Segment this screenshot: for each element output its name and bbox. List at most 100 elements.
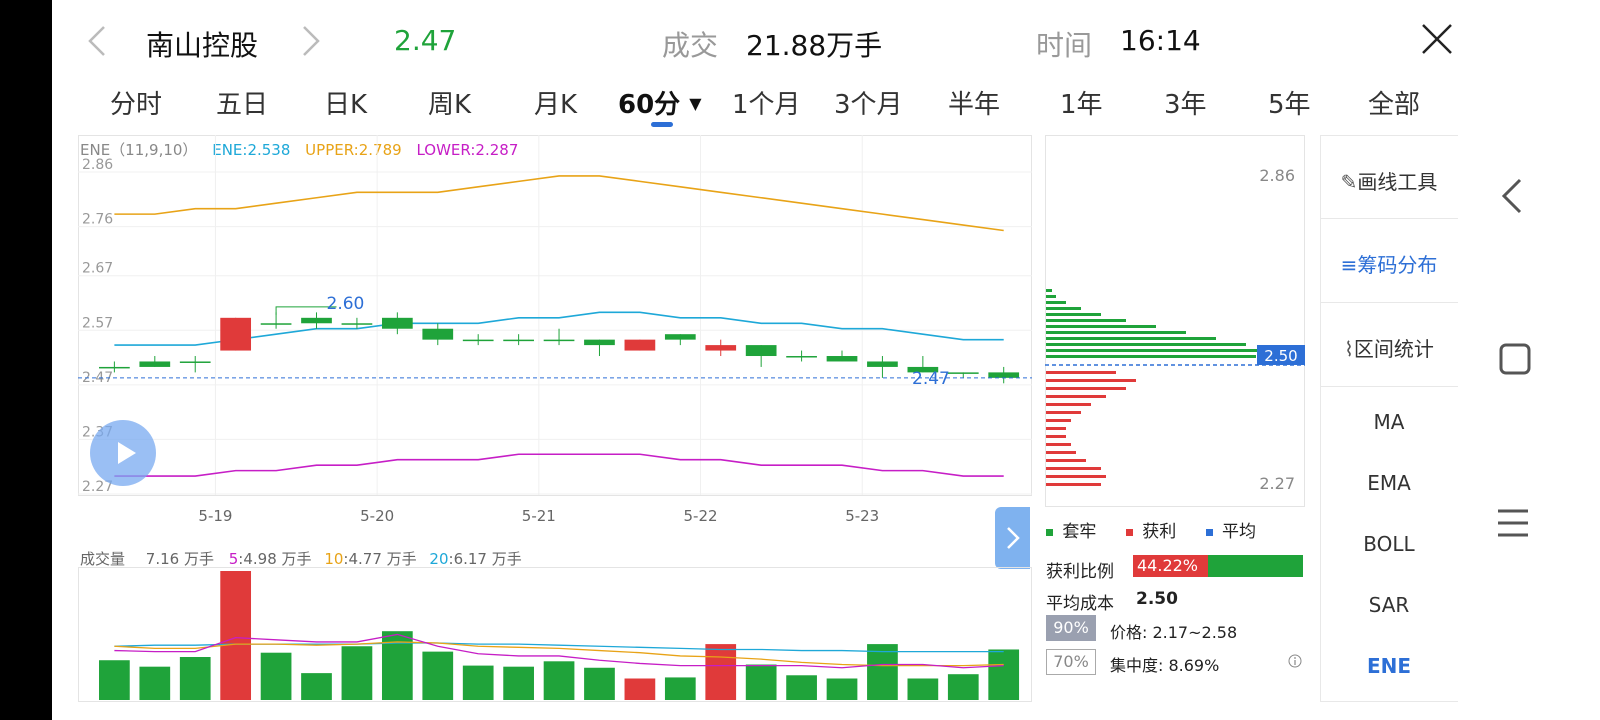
time-label: 时间 [1036, 29, 1093, 62]
interval-icon: ⌇ [1344, 337, 1354, 361]
volume-bar [664, 677, 696, 700]
indicator-sar[interactable]: SAR [1320, 593, 1458, 617]
volume-value: 21.88万手 [746, 29, 883, 62]
sidebar-divider [1320, 218, 1458, 219]
chip-trapped-bar [1046, 301, 1066, 304]
sidebar-divider [1320, 386, 1458, 387]
chip-profit-bar [1046, 483, 1101, 486]
prev-stock-icon[interactable] [86, 24, 108, 62]
candle-body [745, 345, 777, 357]
time-value: 16:14 [1120, 24, 1201, 57]
plot-frame [78, 135, 1032, 496]
chip-dist-icon: ≡ [1340, 253, 1358, 277]
info-icon[interactable] [1288, 653, 1302, 672]
tab-fenshi[interactable]: 分时 [110, 84, 162, 121]
avg-cost-label: 平均成本 [1046, 594, 1114, 614]
chip-trapped-bar [1046, 289, 1052, 292]
interval-stats-button[interactable]: ⌇区间统计 [1320, 333, 1458, 362]
candle-body [99, 366, 130, 369]
volume-bar [99, 660, 130, 700]
tab-yuek[interactable]: 月K [534, 84, 577, 121]
chip-profit-bar [1046, 411, 1081, 414]
candle-body [341, 323, 373, 325]
volume-bar [584, 667, 615, 700]
tab-3month[interactable]: 3个月 [834, 84, 903, 121]
tab-5year[interactable]: 5年 [1268, 84, 1311, 121]
chip-profit-bar [1046, 379, 1136, 382]
last-price-label: 2.47 [912, 369, 950, 389]
tab-1year[interactable]: 1年 [1060, 84, 1103, 121]
ene-upper-line [114, 175, 1004, 232]
chip-trapped-bar [1046, 331, 1186, 334]
tab-wuri[interactable]: 五日 [216, 84, 268, 121]
profit-legend-swatch [1125, 528, 1133, 536]
back-icon[interactable] [1498, 176, 1528, 220]
profit-legend: 获利 [1142, 522, 1177, 542]
avg-legend-swatch [1205, 528, 1213, 536]
pct70-badge[interactable]: 70% [1046, 649, 1096, 675]
tab-rik[interactable]: 日K [324, 84, 367, 121]
volume-bar [179, 657, 211, 700]
close-icon[interactable] [1420, 22, 1454, 60]
profit-ratio-bar: 44.22% [1133, 555, 1303, 577]
indicator-ma[interactable]: MA [1320, 410, 1458, 434]
chip-avg-tag: 2.50 [1264, 347, 1297, 365]
chip-profit-bar [1046, 451, 1076, 454]
chip-dist-button[interactable]: ≡筹码分布 [1320, 249, 1458, 278]
next-stock-icon[interactable] [300, 24, 322, 62]
x-tick-label: 5-22 [684, 507, 718, 525]
candle-body [705, 345, 737, 351]
ma10-value: :4.77 万手 [343, 550, 417, 568]
period-tabs: 分时 五日 日K 周K 月K 60分 ▼ 1个月 3个月 半年 1年 3年 5年… [78, 78, 1458, 130]
home-icon[interactable] [1498, 342, 1532, 380]
chip-profit-bar [1046, 435, 1066, 438]
candle-body [867, 361, 898, 367]
current-price: 2.47 [394, 24, 457, 57]
candle-body [503, 339, 534, 342]
volume-bar [705, 644, 737, 700]
volume-bar [624, 678, 656, 700]
chip-profit-bar [1046, 419, 1071, 422]
volume-bar [220, 571, 252, 700]
indicator-ene[interactable]: ENE [1320, 654, 1458, 678]
chip-profit-bar [1046, 387, 1126, 390]
trapped-legend-swatch [1046, 528, 1053, 536]
candle-body [786, 356, 817, 358]
volume-bar [745, 664, 777, 700]
candle-body [624, 339, 656, 351]
chip-trapped-bar [1046, 307, 1081, 310]
active-tab-indicator [651, 122, 673, 127]
chip-profit-bar [1046, 395, 1106, 398]
volume-bar [139, 666, 171, 700]
tab-1month[interactable]: 1个月 [732, 84, 801, 121]
high-price-label: 2.60 [327, 294, 365, 314]
tab-zhouk[interactable]: 周K [428, 84, 471, 121]
system-nav-bar [1458, 0, 1600, 720]
menu-icon[interactable] [1496, 506, 1530, 544]
candle-body [947, 372, 979, 374]
candlestick-chart[interactable]: 2.862.762.672.572.472.372.272.472.605-19… [78, 135, 1032, 535]
ma20-value: :6.17 万手 [448, 550, 522, 568]
expand-panel-button[interactable] [995, 507, 1030, 569]
tab-60min-label: 60分 [618, 90, 681, 120]
tab-all[interactable]: 全部 [1368, 84, 1420, 121]
candle-body [381, 317, 413, 329]
tab-halfyear[interactable]: 半年 [948, 84, 1000, 121]
play-button[interactable] [90, 420, 156, 486]
indicator-ema[interactable]: EMA [1320, 471, 1458, 495]
sidebar-divider [1320, 302, 1458, 303]
tab-3year[interactable]: 3年 [1164, 84, 1207, 121]
interval-stats-label: 区间统计 [1353, 337, 1434, 361]
candle-body [584, 339, 615, 346]
indicator-boll[interactable]: BOLL [1320, 532, 1458, 556]
pencil-icon: ✎ [1340, 170, 1358, 194]
chip-profit-bar [1046, 427, 1066, 430]
candle-body [826, 356, 858, 362]
tab-60min[interactable]: 60分 ▼ [618, 84, 702, 121]
volume-title: 成交量 [80, 550, 126, 568]
chip-distribution-chart: 2.86 2.27 2.50 [1045, 135, 1305, 507]
volume-bar [462, 665, 494, 700]
draw-tool-button[interactable]: ✎画线工具 [1320, 166, 1458, 195]
volume-label: 成交 [662, 29, 719, 62]
pct90-badge[interactable]: 90% [1046, 615, 1096, 641]
